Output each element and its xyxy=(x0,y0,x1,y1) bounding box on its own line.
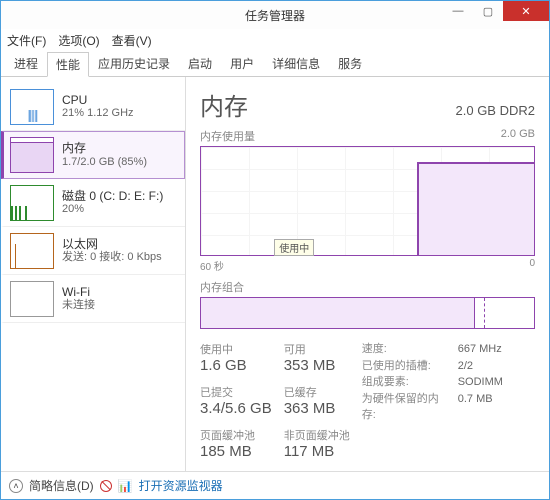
memory-total-label: 2.0 GB DDR2 xyxy=(456,103,535,118)
stat-cached: 已缓存 363 MB xyxy=(284,384,350,417)
footer-bar: ˄ 简略信息(D) 📊 打开资源监视器 xyxy=(1,471,549,499)
stat-committed: 已提交 3.4/5.6 GB xyxy=(200,384,272,417)
main-header: 内存 2.0 GB DDR2 xyxy=(200,87,535,122)
cpu-sparkline-icon xyxy=(10,89,54,125)
page-title: 内存 xyxy=(200,87,248,122)
sidebar-item-label: CPU xyxy=(62,93,134,107)
graph1-xaxis: 60 秒 0 xyxy=(200,258,535,273)
sidebar-item-sub: 21% 1.12 GHz xyxy=(62,107,134,120)
tab-users[interactable]: 用户 xyxy=(221,51,263,76)
sidebar-item-sub: 发送: 0 接收: 0 Kbps xyxy=(62,251,162,264)
sidebar-item-label: 以太网 xyxy=(62,237,162,251)
window-controls: — ▢ ✕ xyxy=(443,1,549,21)
close-button[interactable]: ✕ xyxy=(503,1,549,21)
graph-tooltip: 使用中 xyxy=(274,239,314,256)
memory-properties: 速度:667 MHz 已使用的插槽:2/2 组成要素:SODIMM 为硬件保留的… xyxy=(362,341,503,460)
fewer-details-link[interactable]: 简略信息(D) xyxy=(29,477,94,494)
stats-grid: 使用中 1.6 GB 已提交 3.4/5.6 GB 页面缓冲池 185 MB 可… xyxy=(200,341,535,460)
sidebar-item-sub: 20% xyxy=(62,203,163,216)
tab-performance[interactable]: 性能 xyxy=(47,52,89,77)
perf-sidebar: CPU 21% 1.12 GHz 内存 1.7/2.0 GB (85%) 磁盘 … xyxy=(1,77,186,471)
chevron-up-icon[interactable]: ˄ xyxy=(9,479,23,493)
graph-fill-area xyxy=(417,162,534,255)
graph1-title: 内存使用量 xyxy=(200,128,255,144)
tab-details[interactable]: 详细信息 xyxy=(263,51,329,76)
content-area: CPU 21% 1.12 GHz 内存 1.7/2.0 GB (85%) 磁盘 … xyxy=(1,77,549,471)
ethernet-sparkline-icon xyxy=(10,233,54,269)
sidebar-item-cpu[interactable]: CPU 21% 1.12 GHz xyxy=(1,83,185,131)
menu-view[interactable]: 查看(V) xyxy=(112,32,152,49)
sidebar-item-ethernet[interactable]: 以太网 发送: 0 接收: 0 Kbps xyxy=(1,227,185,275)
tab-startup[interactable]: 启动 xyxy=(179,51,221,76)
stat-in-use: 使用中 1.6 GB xyxy=(200,341,272,374)
titlebar[interactable]: 任务管理器 — ▢ ✕ xyxy=(1,1,549,29)
tab-processes[interactable]: 进程 xyxy=(5,51,47,76)
tab-app-history[interactable]: 应用历史记录 xyxy=(89,51,179,76)
tab-services[interactable]: 服务 xyxy=(329,51,371,76)
open-resource-monitor-link[interactable]: 打开资源监视器 xyxy=(139,477,223,494)
xaxis-left: 60 秒 xyxy=(200,258,224,273)
sidebar-item-label: Wi-Fi xyxy=(62,285,95,299)
menubar: 文件(F) 选项(O) 查看(V) xyxy=(1,29,549,51)
memory-composition-graph[interactable] xyxy=(200,297,535,329)
minimize-button[interactable]: — xyxy=(443,1,473,21)
sidebar-item-sub: 未连接 xyxy=(62,299,95,312)
no-entry-icon xyxy=(100,480,112,492)
graph2-title: 内存组合 xyxy=(200,279,535,295)
sidebar-item-wifi[interactable]: Wi-Fi 未连接 xyxy=(1,275,185,323)
sidebar-item-disk[interactable]: 磁盘 0 (C: D: E: F:) 20% xyxy=(1,179,185,227)
sidebar-item-label: 内存 xyxy=(62,141,147,155)
xaxis-right: 0 xyxy=(529,258,535,273)
menu-options[interactable]: 选项(O) xyxy=(58,32,99,49)
graph1-labels: 内存使用量 2.0 GB xyxy=(200,128,535,144)
wifi-sparkline-icon xyxy=(10,281,54,317)
maximize-button[interactable]: ▢ xyxy=(473,1,503,21)
sidebar-item-memory[interactable]: 内存 1.7/2.0 GB (85%) xyxy=(1,131,185,179)
memory-sparkline-icon xyxy=(10,137,54,173)
main-panel: 内存 2.0 GB DDR2 内存使用量 2.0 GB 使用中 60 秒 0 内… xyxy=(186,77,549,471)
stat-nonpaged-pool: 非页面缓冲池 117 MB xyxy=(284,427,350,460)
memory-usage-graph[interactable]: 使用中 xyxy=(200,146,535,256)
sidebar-item-sub: 1.7/2.0 GB (85%) xyxy=(62,156,147,169)
graph1-ymax: 2.0 GB xyxy=(501,128,535,144)
stat-paged-pool: 页面缓冲池 185 MB xyxy=(200,427,272,460)
menu-file[interactable]: 文件(F) xyxy=(7,32,46,49)
resource-monitor-icon: 📊 xyxy=(118,479,133,493)
sidebar-item-label: 磁盘 0 (C: D: E: F:) xyxy=(62,189,163,203)
tabstrip: 进程 性能 应用历史记录 启动 用户 详细信息 服务 xyxy=(1,51,549,77)
disk-sparkline-icon xyxy=(10,185,54,221)
task-manager-window: 任务管理器 — ▢ ✕ 文件(F) 选项(O) 查看(V) 进程 性能 应用历史… xyxy=(0,0,550,500)
stat-available: 可用 353 MB xyxy=(284,341,350,374)
